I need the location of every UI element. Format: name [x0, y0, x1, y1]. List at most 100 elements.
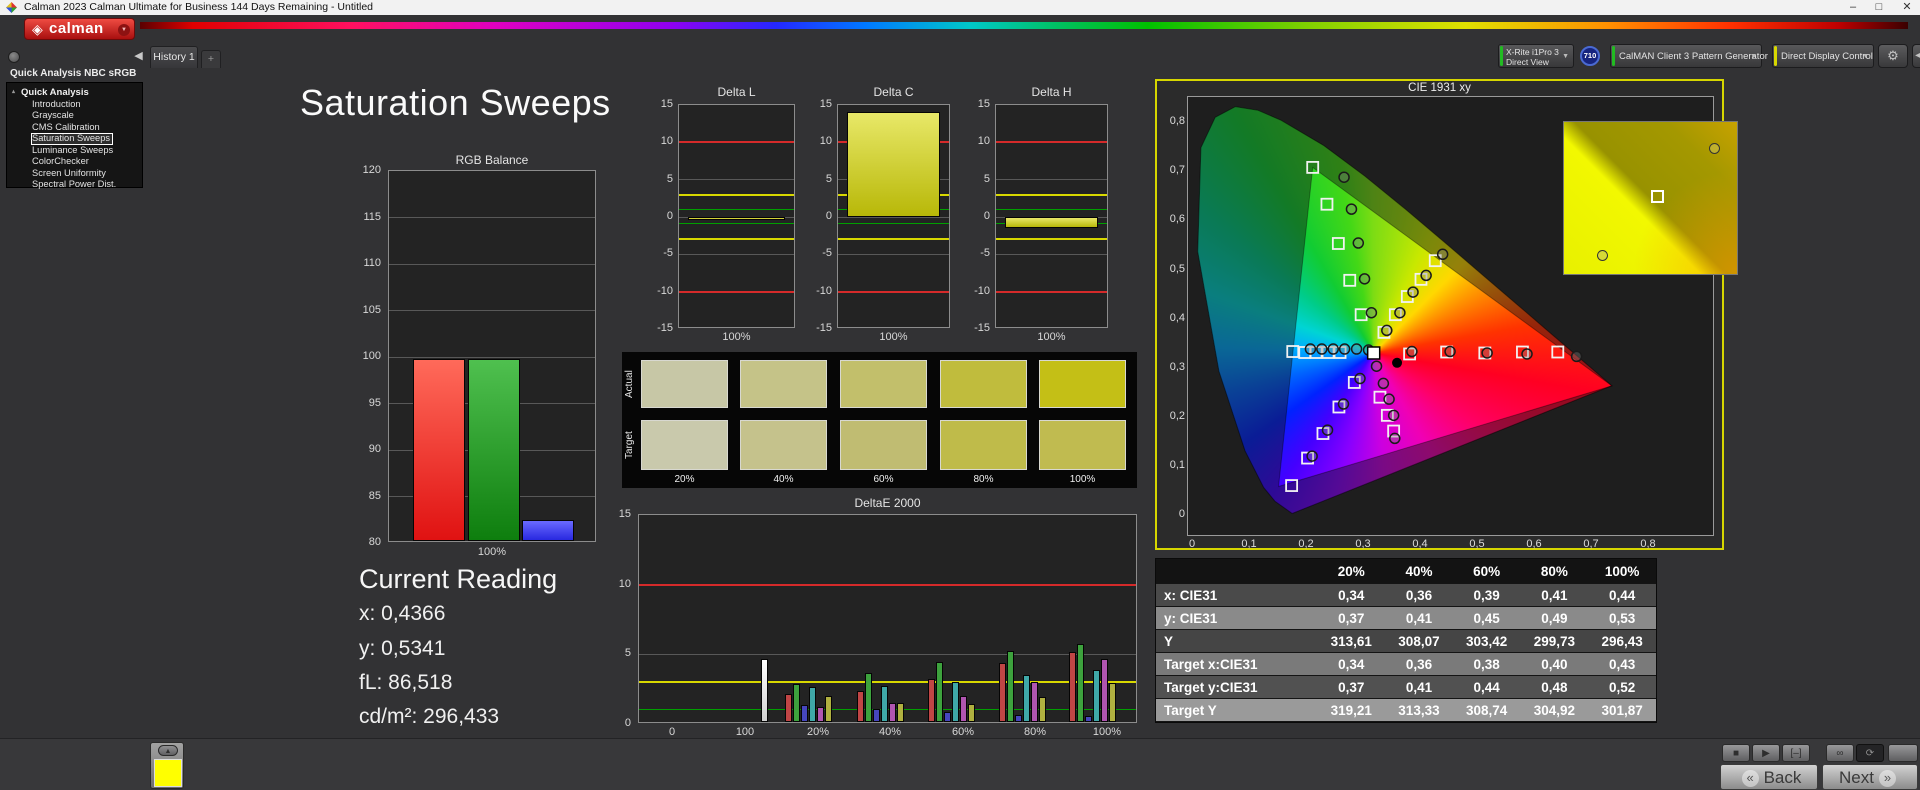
current-reading-y: y: 0,5341 [359, 637, 445, 661]
minimize-button[interactable]: – [1842, 0, 1864, 15]
table-header-cell: 20% [1317, 559, 1385, 583]
gridline [389, 264, 595, 265]
continuous-button[interactable]: ∞ [1826, 744, 1854, 762]
measured-circle [1389, 410, 1399, 420]
pattern-generator-dropdown[interactable]: CalMAN Client 3 Pattern Generator ▼ [1610, 44, 1762, 68]
close-button[interactable]: ✕ [1896, 0, 1918, 15]
measured-circle [1360, 274, 1370, 284]
cie-title: CIE 1931 xy [1157, 82, 1722, 94]
play-button[interactable]: ▶ [1752, 744, 1780, 762]
measured-circle [1390, 433, 1400, 443]
table-cell: 0,36 [1385, 653, 1453, 675]
y-tick-label: 105 [363, 304, 381, 316]
calman-logo-button[interactable]: ◈ calman ▼ [24, 18, 135, 40]
cie-x-tick-label: 0,1 [1232, 538, 1266, 550]
rgb-balance-plot [388, 170, 596, 542]
measured-circle [1395, 308, 1405, 318]
sidebar-item-saturation-sweeps[interactable]: Saturation Sweeps [31, 133, 113, 145]
deltae-bar-20% [793, 684, 800, 722]
table-row-label: Target x:CIE31 [1156, 653, 1317, 675]
limit-line-yellow [679, 238, 794, 240]
tab-history-1[interactable]: History 1 [150, 46, 198, 68]
y-tick-label: 5 [625, 647, 631, 659]
cie-x-tick-label: 0,5 [1460, 538, 1494, 550]
collapse-pattern-bar-button[interactable]: ▲ [158, 745, 178, 756]
table-header-cell: 40% [1385, 559, 1453, 583]
meter-dropdown[interactable]: X-Rite i1Pro 3 Direct View ▼ [1498, 44, 1574, 68]
limit-line-red [679, 291, 794, 293]
collapse-sidebar-icon[interactable]: ◀ [131, 48, 146, 64]
current-reading-x: x: 0,4366 [359, 602, 445, 626]
display-control-dropdown[interactable]: Direct Display Control ▼ [1772, 44, 1874, 68]
sidebar-item-cms-calibration[interactable]: CMS Calibration [32, 122, 136, 133]
deltae-bar-60% [968, 704, 975, 722]
up-arrow-icon: ▲ [165, 748, 172, 755]
measured-circle [1352, 344, 1362, 354]
table-cell: 0,34 [1317, 653, 1385, 675]
measured-circle [1407, 347, 1417, 357]
table-cell: 304,92 [1521, 699, 1589, 721]
collapse-right-icon: ◀ [1915, 50, 1920, 61]
workflow-root[interactable]: ▴ Quick Analysis [7, 83, 142, 99]
deltae-bar-80% [1031, 682, 1038, 722]
delta-bar [688, 217, 785, 220]
cie-zoom-inset [1563, 121, 1738, 275]
rgb-bar-green [468, 359, 520, 541]
table-cell: 0,41 [1521, 584, 1589, 606]
limit-line-yellow [679, 194, 794, 196]
interval-button[interactable]: [–] [1782, 744, 1810, 762]
limit-line-green [838, 223, 949, 224]
deltae-bar-60% [928, 679, 935, 722]
swatch-actual-100% [1039, 360, 1126, 408]
cie-y-tick-label: 0,6 [1159, 213, 1185, 225]
delta-c-x-label: 100% [837, 331, 950, 343]
pattern-dropdown-arrow-icon: ▼ [1750, 53, 1757, 60]
sidebar-item-colorchecker[interactable]: ColorChecker [32, 156, 136, 167]
gridline [838, 254, 949, 255]
stop-button[interactable]: ■ [1722, 744, 1750, 762]
extra-button[interactable] [1888, 744, 1918, 762]
loop-button[interactable]: ⟳ [1856, 744, 1884, 762]
deltae-bar-40% [857, 691, 864, 722]
next-button[interactable]: Next» [1822, 764, 1918, 790]
table-cell: 0,39 [1453, 584, 1521, 606]
back-button[interactable]: «Back [1720, 764, 1818, 790]
measured-circle [1522, 349, 1532, 359]
cie-x-tick-label: 0,8 [1631, 538, 1665, 550]
limit-line-green [679, 209, 794, 210]
pattern-bar: ▲ 20%40%60%80%100% ▲ ▣ ■ ▶ [–] ∞ ⟳ «Back… [0, 738, 1920, 790]
y-tick-label: 15 [661, 98, 673, 110]
restore-button[interactable]: □ [1868, 0, 1890, 15]
delta-c-y-axis: 151050-5-10-15 [807, 104, 835, 328]
sidebar-item-introduction[interactable]: Introduction [32, 99, 136, 110]
gridline [996, 179, 1107, 180]
swatch-actual-80% [940, 360, 1027, 408]
y-tick-label: 10 [820, 135, 832, 147]
y-tick-label: -10 [657, 285, 673, 297]
gear-icon: ⚙ [1887, 48, 1899, 63]
gridline [389, 357, 595, 358]
pattern-preview-tile[interactable]: ▲ [150, 742, 184, 789]
cie-x-tick-label: 0 [1175, 538, 1209, 550]
settings-button[interactable]: ⚙ [1878, 44, 1908, 68]
cie-x-tick-label: 0,6 [1517, 538, 1551, 550]
workspace-dot-button[interactable] [8, 51, 20, 63]
collapse-right-panel-button[interactable]: ◀ [1912, 44, 1920, 68]
x-tick-label: 60% [943, 726, 983, 738]
inset-measured-circle [1597, 250, 1608, 261]
table-cell: 0,44 [1588, 584, 1656, 606]
tab-add-button[interactable]: + [201, 50, 221, 68]
cie-y-tick-label: 0,1 [1159, 459, 1185, 471]
sidebar-item-grayscale[interactable]: Grayscale [32, 110, 136, 121]
back-chevron-icon: « [1742, 770, 1759, 787]
sidebar-item-spectral-power-dist-[interactable]: Spectral Power Dist. [32, 179, 136, 190]
sidebar-item-screen-uniformity[interactable]: Screen Uniformity [32, 168, 136, 179]
y-tick-label: 80 [369, 536, 381, 548]
deltae-bar-20% [801, 705, 808, 722]
measured-black-dot [1392, 358, 1402, 368]
y-tick-label: 5 [826, 173, 832, 185]
y-tick-label: 95 [369, 397, 381, 409]
sidebar-item-luminance-sweeps[interactable]: Luminance Sweeps [32, 145, 136, 156]
table-cell: 313,33 [1385, 699, 1453, 721]
measured-circle [1382, 325, 1392, 335]
